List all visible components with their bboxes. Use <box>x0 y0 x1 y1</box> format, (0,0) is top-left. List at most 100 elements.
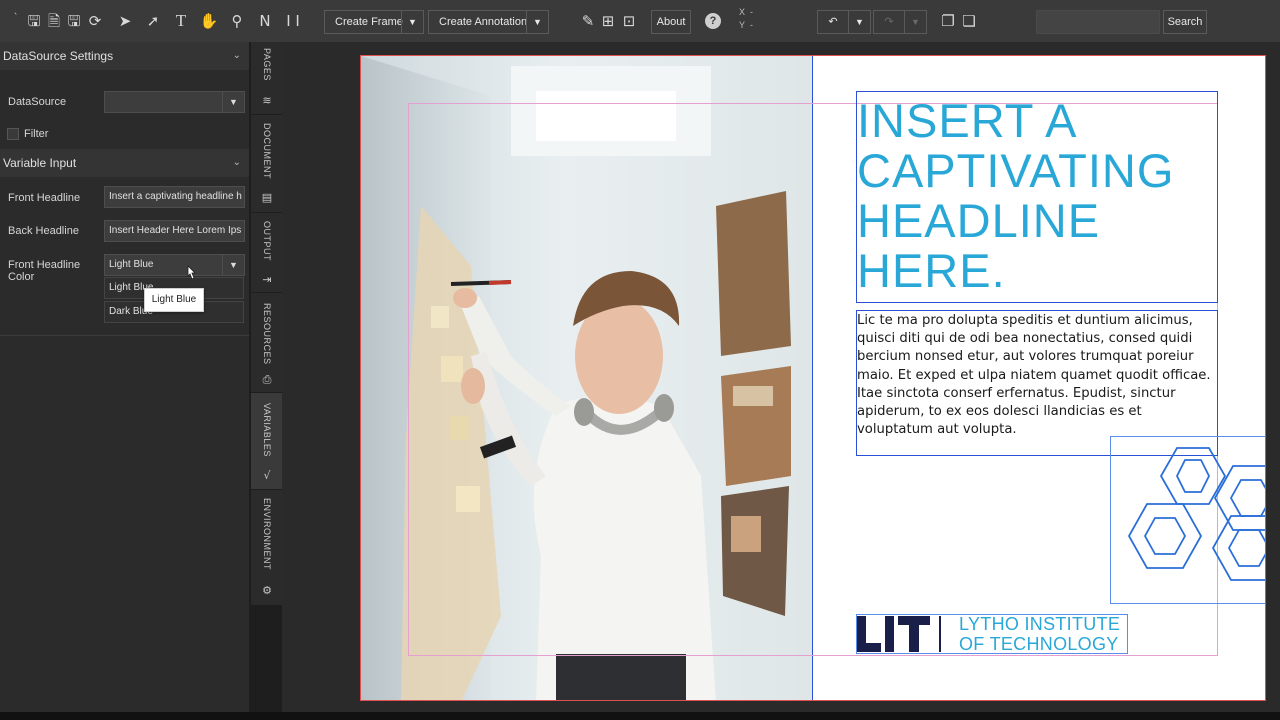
search-input[interactable] <box>1036 10 1160 34</box>
front-headline-label: Front Headline <box>8 192 81 204</box>
headline-line: HERE. <box>857 244 1006 297</box>
search-label: Search <box>1167 16 1203 28</box>
save-icon[interactable]: 🖫 <box>24 11 44 31</box>
tab-document[interactable]: DOCUMENT ▤ <box>251 115 283 213</box>
x-value: - <box>750 7 754 17</box>
frame-image-icon[interactable]: ⊞ <box>598 11 618 31</box>
search-button[interactable]: Search <box>1163 10 1207 34</box>
logo-text: LYTHO INSTITUTE OF TECHNOLOGY <box>959 614 1120 654</box>
photo-illustration <box>361 56 813 700</box>
chevron-down-icon[interactable]: ⌄ <box>233 42 241 70</box>
tab-environment[interactable]: ENVIRONMENT ⚙ <box>251 490 283 606</box>
datasource-label: DataSource <box>8 96 67 108</box>
chevron-down-icon[interactable]: ▼ <box>222 255 244 275</box>
hand-icon[interactable]: ✋ <box>199 11 219 31</box>
filter-checkbox[interactable] <box>7 128 19 140</box>
headline-line: INSERT A <box>857 94 1078 147</box>
logo-mark <box>857 616 947 652</box>
back-headline-input[interactable]: Insert Header Here Lorem Ips <box>104 220 245 242</box>
tab-resources[interactable]: RESOURCES ⎙ <box>251 293 283 393</box>
front-headline-input[interactable]: Insert a captivating headline h <box>104 186 245 208</box>
chevron-down-icon[interactable]: ▼ <box>904 11 926 33</box>
tab-label: VARIABLES <box>262 403 272 457</box>
variable-icon: √ <box>263 469 271 482</box>
redo-icon: ↷ <box>884 16 894 28</box>
main-toolbar: ˋ 🖫 🗎 🖫 ⟳ ➤ ➚ T ✋ ⚲ N I I Create Frame ▼… <box>0 0 1280 42</box>
datasource-select[interactable]: ▼ <box>104 91 245 113</box>
logo-line: LYTHO INSTITUTE <box>959 614 1121 634</box>
back-headline-value: Insert Header Here Lorem Ips <box>109 225 242 236</box>
y-label: Y <box>739 20 746 30</box>
tab-label: DOCUMENT <box>262 123 272 179</box>
variable-section-header[interactable]: Variable Input ⌄ <box>0 149 249 177</box>
menu-dot-icon[interactable]: ˋ <box>6 8 26 28</box>
document-canvas[interactable]: INSERT A CAPTIVATING HEADLINE HERE. Lic … <box>282 42 1280 720</box>
pointer-icon[interactable]: ➤ <box>115 11 135 31</box>
vertical-tab-bar: PAGES ≋ DOCUMENT ▤ OUTPUT ⇥ RESOURCES ⎙ … <box>250 42 283 606</box>
chevron-down-icon[interactable]: ▼ <box>848 11 870 33</box>
document-body-text[interactable]: Lic te ma pro dolupta speditis et duntiu… <box>857 312 1219 439</box>
front-color-label-line2: Color <box>8 271 35 283</box>
print-icon: ⎙ <box>262 373 272 386</box>
pages-icon[interactable]: ❐ <box>938 11 958 31</box>
text-tool-icon[interactable]: T <box>171 11 191 31</box>
gear-icon: ⚙ <box>262 584 272 597</box>
zoom-icon[interactable]: ⚲ <box>227 11 247 31</box>
back-headline-label: Back Headline <box>8 225 79 237</box>
hexagon-illustration <box>1127 447 1265 581</box>
front-color-value: Light Blue <box>109 259 154 270</box>
chevron-down-icon[interactable]: ▼ <box>526 11 548 33</box>
chevron-down-icon[interactable]: ▼ <box>222 92 244 112</box>
create-annotation-label: Create Annotation <box>439 16 528 28</box>
coordinate-readout: X - Y - <box>739 6 753 32</box>
headline-line: HEADLINE <box>857 194 1101 247</box>
y-value: - <box>750 20 754 30</box>
undo-icon: ↶ <box>828 16 838 28</box>
help-icon[interactable]: ? <box>705 13 721 29</box>
save-all-icon[interactable]: 🖫 <box>64 11 84 31</box>
document-headline[interactable]: INSERT A CAPTIVATING HEADLINE HERE. <box>857 96 1217 296</box>
app-window: ˋ 🖫 🗎 🖫 ⟳ ➤ ➚ T ✋ ⚲ N I I Create Frame ▼… <box>0 0 1280 720</box>
undo-button[interactable]: ↶ ▼ <box>817 10 871 34</box>
front-color-select[interactable]: Light Blue ▼ <box>104 254 245 276</box>
front-headline-value: Insert a captivating headline h <box>109 191 242 202</box>
tab-label: PAGES <box>262 48 272 81</box>
tab-variables[interactable]: VARIABLES √ <box>251 393 283 490</box>
direct-select-icon[interactable]: ➚ <box>143 11 163 31</box>
tab-pages[interactable]: PAGES ≋ <box>251 42 283 115</box>
status-bar <box>0 712 1280 720</box>
node-icon[interactable]: N <box>255 11 275 31</box>
variable-section-title: Variable Input <box>3 156 77 170</box>
refresh-icon[interactable]: ⟳ <box>85 11 105 31</box>
hero-photo[interactable] <box>361 56 813 700</box>
export-icon: ⇥ <box>262 273 272 286</box>
spreads-icon[interactable]: ❏ <box>959 11 979 31</box>
tooltip: Light Blue <box>144 288 204 312</box>
lit-logo-mark <box>857 616 941 652</box>
mouse-cursor-icon <box>185 265 197 281</box>
x-label: X <box>739 7 746 17</box>
chevron-down-icon[interactable]: ▼ <box>401 11 423 33</box>
document-icon: ▤ <box>261 191 273 204</box>
document-page[interactable]: INSERT A CAPTIVATING HEADLINE HERE. Lic … <box>360 55 1266 701</box>
create-frame-button[interactable]: Create Frame ▼ <box>324 10 424 34</box>
datasource-section-title: DataSource Settings <box>3 49 114 63</box>
filter-label: Filter <box>24 128 49 140</box>
left-panel: DataSource Settings ⌄ DataSource ▼ Filte… <box>0 42 249 720</box>
layers-icon: ≋ <box>262 94 272 107</box>
column-icon[interactable]: I I <box>283 11 303 31</box>
save-as-icon[interactable]: 🗎 <box>44 11 64 31</box>
create-frame-label: Create Frame <box>335 16 403 28</box>
logo-line: OF TECHNOLOGY <box>959 634 1119 654</box>
fit-frame-icon[interactable]: ⊡ <box>619 11 639 31</box>
about-button[interactable]: About <box>651 10 691 34</box>
edit-frame-icon[interactable]: ✎ <box>578 11 598 31</box>
create-annotation-button[interactable]: Create Annotation ▼ <box>428 10 549 34</box>
institute-logo[interactable]: LYTHO INSTITUTE OF TECHNOLOGY <box>857 614 1129 654</box>
tab-output[interactable]: OUTPUT ⇥ <box>251 213 283 293</box>
chevron-down-icon[interactable]: ⌄ <box>233 149 241 177</box>
datasource-section-header[interactable]: DataSource Settings ⌄ <box>0 42 249 70</box>
tab-label: ENVIRONMENT <box>262 498 272 571</box>
tooltip-text: Light Blue <box>151 294 197 305</box>
redo-button[interactable]: ↷ ▼ <box>873 10 927 34</box>
